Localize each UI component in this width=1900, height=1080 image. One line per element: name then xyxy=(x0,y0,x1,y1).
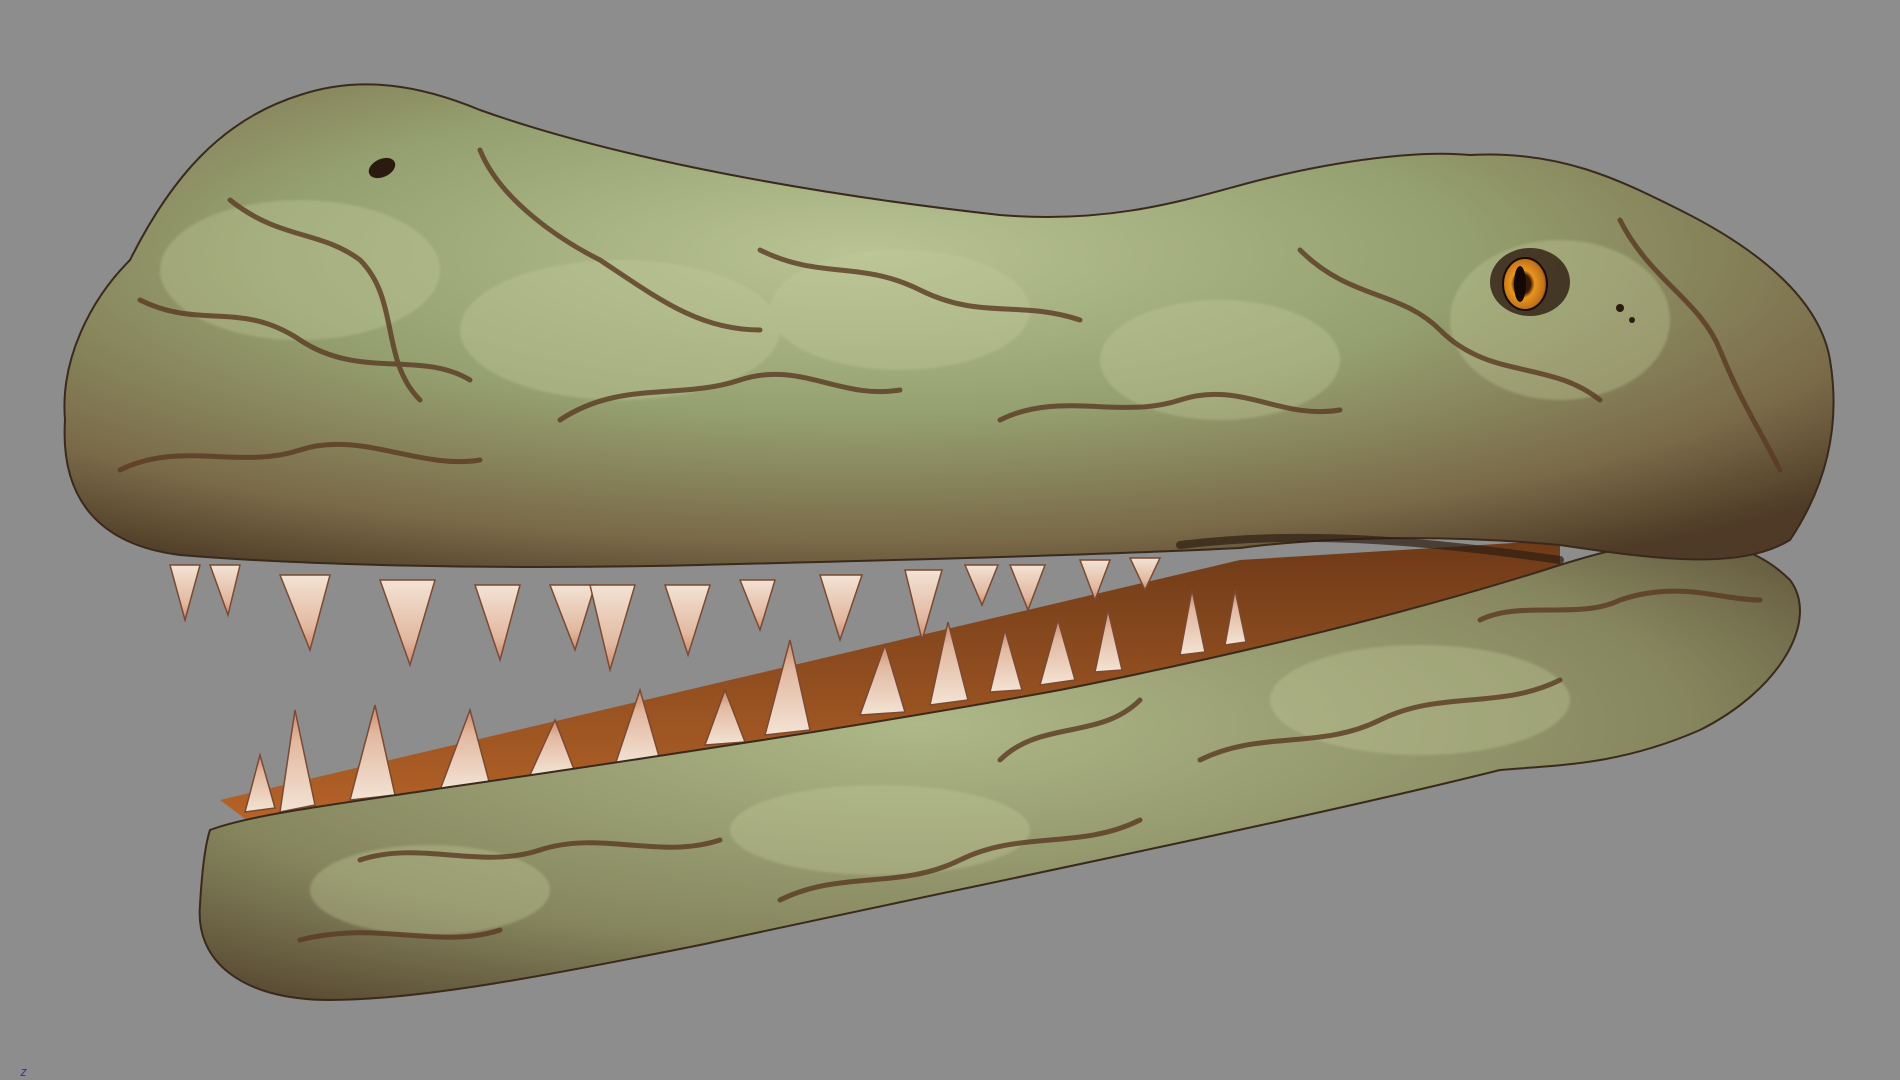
skin-pore xyxy=(1616,304,1624,312)
axis-z-label: z xyxy=(20,1065,28,1079)
crocodile-head-model[interactable] xyxy=(0,0,1900,1080)
skin-pore xyxy=(1629,317,1635,323)
3d-viewport[interactable]: z xyxy=(0,0,1900,1080)
eye-pupil xyxy=(1514,266,1526,302)
axis-indicator: z xyxy=(20,1066,27,1078)
